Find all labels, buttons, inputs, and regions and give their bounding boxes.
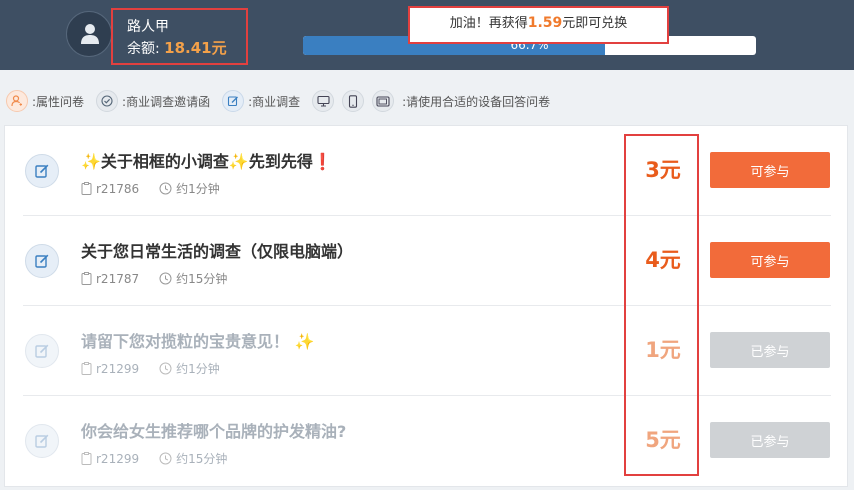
survey-id: r21299 bbox=[81, 362, 139, 376]
edit-icon bbox=[25, 154, 59, 188]
survey-duration: 约15分钟 bbox=[159, 450, 227, 467]
legend-commercial-label: :商业调查 bbox=[248, 94, 301, 109]
legend-attribute-label: :属性问卷 bbox=[32, 94, 85, 109]
survey-meta: r21299 约1分钟 bbox=[81, 360, 240, 377]
survey-title[interactable]: 请留下您对揽粒的宝贵意见！ ✨ bbox=[81, 328, 315, 352]
survey-row[interactable]: 请留下您对揽粒的宝贵意见！ ✨ r21299 约1分钟 1元 已参与 bbox=[5, 306, 849, 396]
join-button[interactable]: 可参与 bbox=[710, 242, 830, 278]
survey-id-text: r21299 bbox=[96, 361, 140, 376]
person-icon bbox=[6, 90, 28, 112]
legend-attribute: :属性问卷 bbox=[6, 90, 84, 112]
survey-row[interactable]: 你会给女生推荐哪个品牌的护发精油? r21299 约15分钟 5元 已参与 bbox=[5, 396, 849, 486]
survey-title[interactable]: 关于您日常生活的调查（仅限电脑端） bbox=[81, 238, 353, 262]
survey-meta: r21299 约15分钟 bbox=[81, 450, 247, 467]
survey-row[interactable]: ✨关于相框的小调查✨先到先得❗ r21786 约1分钟 3元 可参与 bbox=[5, 126, 849, 216]
survey-id-text: r21786 bbox=[96, 181, 140, 196]
redeem-hint: 加油！再获得1.59元即可兑换 bbox=[408, 6, 669, 44]
clipboard-icon bbox=[81, 272, 92, 285]
survey-id-text: r21299 bbox=[96, 451, 140, 466]
user-name: 路人甲 bbox=[127, 19, 169, 35]
hint-prefix: 加油！再获得 bbox=[449, 16, 528, 31]
monitor-icon bbox=[312, 90, 335, 112]
edit-icon bbox=[25, 424, 59, 458]
survey-duration-text: 约1分钟 bbox=[176, 182, 220, 196]
legend-commercial: :商业调查 bbox=[222, 90, 300, 112]
legend-device-label: :请使用合适的设备回答问卷 bbox=[402, 94, 551, 109]
survey-duration-text: 约15分钟 bbox=[176, 272, 228, 286]
tablet-icon bbox=[372, 90, 395, 112]
clock-icon bbox=[159, 182, 172, 195]
joined-button[interactable]: 已参与 bbox=[710, 332, 830, 368]
icon-legend: :属性问卷 :商业调查邀请函 :商业调查 :请使用合适的设备回答问卷 bbox=[0, 84, 854, 118]
survey-meta: r21786 约1分钟 bbox=[81, 180, 240, 197]
hint-suffix: 元即可兑换 bbox=[562, 16, 628, 31]
user-icon bbox=[81, 24, 99, 44]
top-header: 路人甲 余额: 18.41元 66.7% 加油！再获得1.59元即可兑换 bbox=[0, 0, 854, 70]
survey-duration-text: 约15分钟 bbox=[176, 452, 228, 466]
survey-id: r21299 bbox=[81, 452, 139, 466]
edit-icon bbox=[25, 244, 59, 278]
survey-id: r21786 bbox=[81, 182, 139, 196]
survey-meta: r21787 约15分钟 bbox=[81, 270, 247, 287]
legend-invitation-label: :商业调查邀请函 bbox=[122, 94, 211, 109]
balance: 余额: 18.41元 bbox=[127, 37, 227, 58]
survey-title[interactable]: 你会给女生推荐哪个品牌的护发精油? bbox=[81, 418, 346, 442]
clipboard-icon bbox=[81, 182, 92, 195]
survey-duration: 约15分钟 bbox=[159, 270, 227, 287]
edit-icon bbox=[222, 90, 245, 112]
survey-row[interactable]: 关于您日常生活的调查（仅限电脑端） r21787 约15分钟 4元 可参与 bbox=[5, 216, 849, 306]
edit-icon bbox=[25, 334, 59, 368]
user-info-box: 路人甲 余额: 18.41元 bbox=[111, 8, 248, 65]
clipboard-icon bbox=[81, 362, 92, 375]
clipboard-icon bbox=[81, 452, 92, 465]
clock-icon bbox=[159, 452, 172, 465]
avatar[interactable] bbox=[66, 11, 112, 57]
clock-icon bbox=[159, 272, 172, 285]
balance-amount: 18.41元 bbox=[164, 39, 227, 57]
phone-icon bbox=[342, 90, 365, 112]
survey-duration-text: 约1分钟 bbox=[176, 362, 220, 376]
survey-id-text: r21787 bbox=[96, 271, 140, 286]
legend-invitation: :商业调查邀请函 bbox=[96, 90, 210, 112]
survey-id: r21787 bbox=[81, 272, 139, 286]
joined-button[interactable]: 已参与 bbox=[710, 422, 830, 458]
clock-icon bbox=[159, 362, 172, 375]
survey-duration: 约1分钟 bbox=[159, 180, 220, 197]
survey-list: ✨关于相框的小调查✨先到先得❗ r21786 约1分钟 3元 可参与 关于您日常… bbox=[4, 125, 848, 487]
survey-duration: 约1分钟 bbox=[159, 360, 220, 377]
check-circle-icon bbox=[96, 90, 119, 112]
legend-devices: :请使用合适的设备回答问卷 bbox=[312, 90, 550, 112]
reward-highlight-box bbox=[624, 134, 699, 476]
hint-amount: 1.59 bbox=[527, 15, 563, 31]
balance-label: 余额: bbox=[127, 41, 160, 57]
join-button[interactable]: 可参与 bbox=[710, 152, 830, 188]
survey-title[interactable]: ✨关于相框的小调查✨先到先得❗ bbox=[81, 148, 333, 172]
